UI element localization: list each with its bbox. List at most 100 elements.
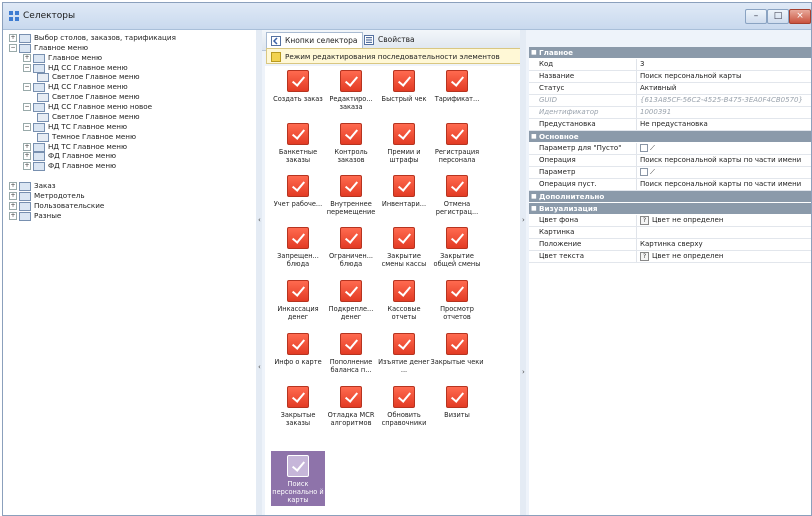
collapse-left-arrow-icon-2[interactable]: ‹ [258,363,261,371]
minimize-button[interactable]: – [745,9,767,24]
collapse-icon[interactable]: − [23,123,31,131]
expand-icon[interactable]: + [9,192,17,200]
property-value[interactable]: 1000391 [640,107,810,118]
tree-node[interactable]: − НД СС Главное меню новое [23,102,152,112]
close-button[interactable]: × [789,9,811,24]
property-row[interactable]: Название Поиск персональной карты [529,71,811,83]
tree-node[interactable]: Светлое Главное меню [37,72,140,82]
property-value[interactable]: ⟋ [640,143,810,154]
property-row[interactable]: GUID {613A85CF-56C2-4525-B475-3EA0F4CB057… [529,95,811,107]
property-row[interactable]: Положение Картинка сверху [529,239,811,251]
tree-node[interactable]: + Заказ [9,181,56,191]
collapse-icon[interactable]: − [23,83,31,91]
selector-button[interactable]: Инфо о карте [271,333,325,366]
expand-icon[interactable]: + [23,143,31,151]
selector-button[interactable]: Отмена регистрац... [430,175,484,216]
edit-pencil-icon[interactable]: ⟋ [650,144,655,152]
right-splitter[interactable] [520,30,526,515]
selector-button[interactable]: Банкетные заказы [271,123,325,164]
selector-button[interactable]: Подкрепле... денег [324,280,378,321]
selector-button[interactable]: Контроль заказов [324,123,378,164]
selector-button[interactable]: Учет рабоче... [271,175,325,208]
tree-node[interactable]: + Главное меню [23,53,102,63]
expand-icon[interactable]: + [23,54,31,62]
checkbox[interactable] [640,168,648,176]
property-value[interactable]: Картинка сверху [640,239,810,250]
property-value[interactable]: Поиск персональной карты по части имени [640,179,810,190]
collapse-icon[interactable]: − [23,64,31,72]
expand-icon[interactable]: + [9,182,17,190]
selector-button[interactable]: Изъятие денег ... [377,333,431,374]
selector-button[interactable]: Регистрация персонала [430,123,484,164]
selector-button[interactable]: Отладка MCR алгоритмов [324,386,378,427]
selector-button[interactable]: Ограничен... блюда [324,227,378,268]
selector-button[interactable]: Инвентари... [377,175,431,208]
edit-pencil-icon[interactable]: ⟋ [650,168,655,176]
selector-button[interactable]: Закрытые заказы [271,386,325,427]
selector-button[interactable]: Просмотр отчетов [430,280,484,321]
tree-node[interactable]: − НД ТС Главное меню [23,122,127,132]
selector-button[interactable]: Пополнение баланса п... [324,333,378,374]
selector-button[interactable]: Визиты [430,386,484,419]
property-row[interactable]: Предустановка Не предустановка [529,119,811,131]
property-row[interactable]: Операция Поиск персональной карты по част… [529,155,811,167]
tree-node[interactable]: + Выбор столов, заказов, тарификация [9,33,176,43]
expand-icon[interactable]: + [9,212,17,220]
tab-selector-buttons[interactable]: Кнопки селектора [266,32,363,49]
expand-icon[interactable]: + [9,34,17,42]
property-category[interactable]: Основное [529,131,811,142]
expand-icon[interactable]: + [23,162,31,170]
property-value[interactable]: ? Цвет не определен [640,215,810,226]
property-category[interactable]: Дополнительно [529,191,811,202]
property-row[interactable]: Параметр для "Пусто" ⟋ [529,143,811,155]
selector-button-selected[interactable]: Поиск персонально й карты [271,451,325,506]
tree-node[interactable]: + ФД Главное меню [23,161,116,171]
property-row[interactable]: Идентификатор 1000391 [529,107,811,119]
collapse-icon[interactable]: − [23,103,31,111]
property-value[interactable]: ? Цвет не определен [640,251,810,262]
selector-button[interactable]: Кассовые отчеты [377,280,431,321]
tree-node[interactable]: + Пользовательские [9,201,104,211]
tab-properties[interactable]: Свойства [360,32,419,48]
tree-node[interactable]: Темное Главное меню [37,132,136,142]
collapse-right-arrow-icon[interactable]: › [522,216,525,224]
property-row[interactable]: Параметр ⟋ [529,167,811,179]
selector-button[interactable]: Редактиро... заказа [324,70,378,111]
property-row[interactable]: Код 3 [529,59,811,71]
collapse-left-arrow-icon[interactable]: ‹ [258,216,261,224]
property-value[interactable]: 3 [640,59,810,70]
tree-node[interactable]: + Метродотель [9,191,85,201]
selector-button[interactable]: Обновить справочники [377,386,431,427]
maximize-button[interactable]: □ [767,9,789,24]
property-row[interactable]: Операция пуст. Поиск персональной карты п… [529,179,811,191]
left-splitter[interactable] [256,30,262,515]
property-value[interactable]: Активный [640,83,810,94]
tree-node[interactable]: + ФД Главное меню [23,151,116,161]
selector-button[interactable]: Закрытие смены кассы [377,227,431,268]
checkbox[interactable] [640,144,648,152]
property-value[interactable]: Поиск персональной карты по части имени [640,155,810,166]
expand-icon[interactable]: + [9,202,17,210]
property-value[interactable]: ⟋ [640,167,810,178]
selector-button[interactable]: Быстрый чек [377,70,431,103]
property-row[interactable]: Цвет текста? Цвет не определен [529,251,811,263]
property-row[interactable]: Картинка [529,227,811,239]
selector-tree[interactable]: + Выбор столов, заказов, тарификация − Глав… [3,30,262,515]
tree-node[interactable]: − Главное меню [9,43,88,53]
property-value[interactable]: {613A85CF-56C2-4525-B475-3EA0F4CB0570} [640,95,810,106]
selector-button[interactable]: Внутреннее перемещение [324,175,378,216]
selector-button[interactable]: Тарификат... [430,70,484,103]
selector-button[interactable]: Премии и штрафы [377,123,431,164]
selector-button[interactable]: Запрещен... блюда [271,227,325,268]
tree-node[interactable]: Светлое Главное меню [37,112,140,122]
tree-node[interactable]: − НД СС Главное меню [23,82,128,92]
collapse-icon[interactable]: − [9,44,17,52]
property-value[interactable]: Поиск персональной карты [640,71,810,82]
tree-node[interactable]: + Разные [9,211,61,221]
selector-button[interactable]: Закрытые чеки [430,333,484,366]
property-category[interactable]: Главное [529,47,811,58]
property-value[interactable]: Не предустановка [640,119,810,130]
selector-button[interactable]: Закрытие общей смены [430,227,484,268]
property-category[interactable]: Визуализация [529,203,811,214]
tree-node[interactable]: Светлое Главное меню [37,92,140,102]
